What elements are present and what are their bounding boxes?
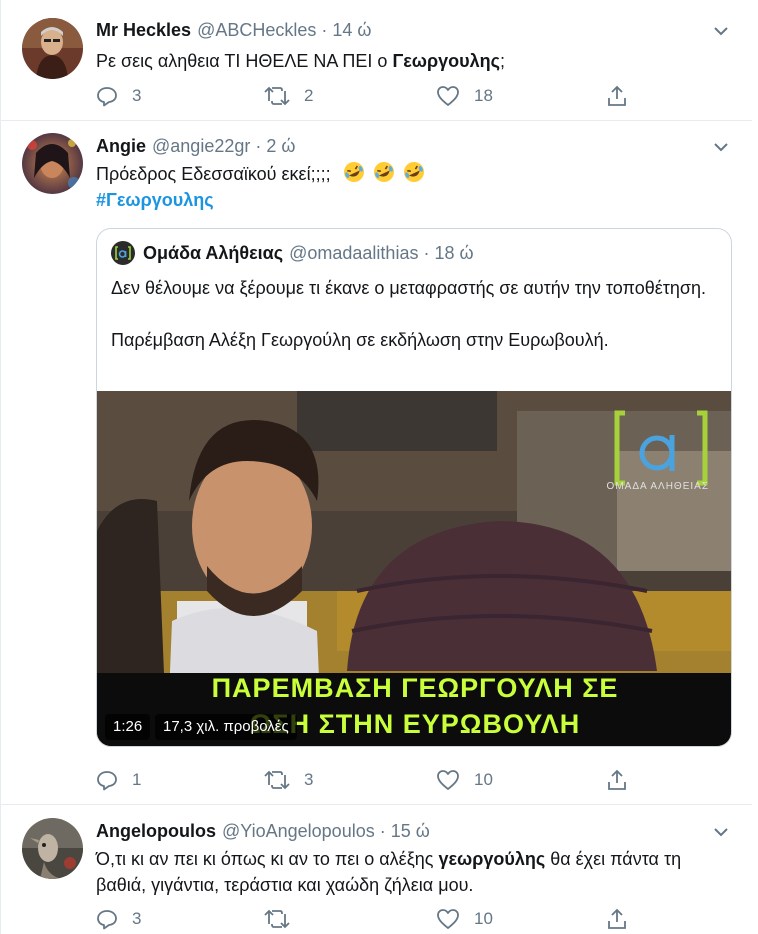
tweet-text-plain: Ρε σεις αληθεια ΤΙ ΗΘΕΛΕ ΝΑ ΠΕΙ ο <box>96 51 393 71</box>
reply-count: 3 <box>132 909 142 928</box>
rolling-on-floor-laughing-emoji <box>343 162 364 182</box>
share-icon <box>608 769 626 790</box>
chevron-down-icon[interactable] <box>712 823 730 841</box>
tweet-actions: 3 2 18 <box>96 84 636 108</box>
retweet-icon <box>264 770 290 790</box>
like-button[interactable]: 10 <box>436 768 493 792</box>
share-button[interactable] <box>606 84 628 108</box>
share-icon <box>608 85 626 106</box>
retweet-button[interactable]: 2 <box>264 84 313 108</box>
share-icon <box>608 908 626 929</box>
like-button[interactable]: 18 <box>436 84 493 108</box>
tweet-text-plain: Πρόεδρος Εδεσσαϊκού εκεί;;;; <box>96 164 336 184</box>
timestamp[interactable]: 2 ώ <box>266 136 295 157</box>
reply-count: 3 <box>132 86 142 105</box>
author-handle[interactable]: @angie22gr <box>152 136 250 157</box>
quoted-tweet[interactable]: Ομάδα Αλήθειας @omadaalithias · 18 ώ Δεν… <box>96 228 732 747</box>
hashtag-link[interactable]: #Γεωργουλης <box>96 190 214 210</box>
like-count: 10 <box>474 770 493 789</box>
reply-button[interactable]: 3 <box>96 907 141 931</box>
separator-dot: · <box>255 136 262 156</box>
reply-icon <box>97 771 117 791</box>
tweet-mr-heckles[interactable]: Mr Heckles @ABCHeckles · 14 ώ Ρε σεις αλ… <box>1 0 752 121</box>
reply-button[interactable]: 1 <box>96 768 141 792</box>
separator-dot: · <box>379 821 386 841</box>
tweet-text-plain: Ό,τι κι αν πει κι όπως κι αν το πει ο αλ… <box>96 849 439 869</box>
author-name[interactable]: Angelopoulos <box>96 821 216 842</box>
rolling-on-floor-laughing-emoji <box>403 162 424 182</box>
retweet-icon <box>264 86 290 106</box>
like-count: 10 <box>474 909 493 928</box>
quoted-paragraph: Δεν θέλουμε να ξέρουμε τι έκανε ο μεταφρ… <box>111 278 706 298</box>
rolling-on-floor-laughing-emoji <box>373 162 394 182</box>
heart-icon <box>437 770 459 790</box>
chevron-down-icon[interactable] <box>712 22 730 40</box>
timeline: Mr Heckles @ABCHeckles · 14 ώ Ρε σεις αλ… <box>0 0 752 934</box>
author-handle[interactable]: @YioAngelopoulos <box>222 821 375 842</box>
separator-dot: · <box>423 242 430 263</box>
like-button[interactable]: 10 <box>436 907 493 931</box>
author-name[interactable]: Mr Heckles <box>96 20 191 41</box>
video-player[interactable]: ΟΜΑΔΑ ΑΛΗΘΕΙΑΣ ΠΑΡΕΜΒΑΣΗ ΓΕΩΡΓΟΥΛΗ ΣΕ ΩΣ… <box>97 391 731 746</box>
tweet-actions: 3 10 <box>96 907 636 931</box>
share-button[interactable] <box>606 768 628 792</box>
video-views: 17,3 χιλ. προβολές <box>155 714 297 740</box>
quoted-timestamp[interactable]: 18 ώ <box>434 243 473 264</box>
retweet-button[interactable] <box>264 907 304 931</box>
avatar[interactable] <box>22 818 83 879</box>
timestamp[interactable]: 14 ώ <box>332 20 371 41</box>
heart-icon <box>437 909 459 929</box>
retweet-icon <box>264 909 290 929</box>
reply-icon <box>97 87 117 107</box>
retweet-count: 3 <box>304 770 314 789</box>
quoted-author-name[interactable]: Ομάδα Αλήθειας <box>143 243 283 264</box>
tweet-text-bold: Γεωργουλης <box>392 51 500 71</box>
heart-icon <box>437 86 459 106</box>
reply-icon <box>97 910 117 930</box>
quoted-paragraph: Παρέμβαση Αλέξη Γεωργούλη σε εκδήλωση στ… <box>111 330 609 350</box>
reply-button[interactable]: 3 <box>96 84 141 108</box>
reply-count: 1 <box>132 770 142 789</box>
timestamp[interactable]: 15 ώ <box>391 821 430 842</box>
tweet-text-after: ; <box>500 51 506 71</box>
retweet-count: 2 <box>304 86 314 105</box>
separator-dot: · <box>321 20 328 40</box>
tweet-text-bold: γεωργούλης <box>438 849 546 869</box>
share-button[interactable] <box>606 907 628 931</box>
avatar[interactable] <box>22 133 83 194</box>
quoted-text: Δεν θέλουμε να ξέρουμε τι έκανε ο μεταφρ… <box>111 275 711 353</box>
tweet-angelopoulos[interactable]: Angelopoulos @YioAngelopoulos · 15 ώ Ό,τ… <box>1 805 752 934</box>
chevron-down-icon[interactable] <box>712 138 730 156</box>
retweet-button[interactable]: 3 <box>264 768 313 792</box>
quoted-author-handle[interactable]: @omadaalithias <box>289 243 418 264</box>
tweet-angie[interactable]: Angie @angie22gr · 2 ώ Πρόεδρος Εδεσσαϊκ… <box>1 121 752 805</box>
video-caption-line: ΠΑΡΕΜΒΑΣΗ ΓΕΩΡΓΟΥΛΗ ΣΕ <box>211 673 619 703</box>
tweet-text: Ό,τι κι αν πει κι όπως κι αν το πει ο αλ… <box>96 846 736 898</box>
author-name[interactable]: Angie <box>96 136 146 157</box>
author-handle[interactable]: @ABCHeckles <box>197 20 316 41</box>
avatar[interactable] <box>22 18 83 79</box>
tweet-text: Πρόεδρος Εδεσσαϊκού εκεί;;;; #Γεωργουλης <box>96 160 426 213</box>
video-duration: 1:26 <box>105 714 151 740</box>
video-logo-text: ΟΜΑΔΑ ΑΛΗΘΕΙΑΣ <box>606 481 709 492</box>
tweet-text: Ρε σεις αληθεια ΤΙ ΗΘΕΛΕ ΝΑ ΠΕΙ ο Γεωργο… <box>96 48 505 74</box>
quoted-avatar[interactable] <box>111 241 135 265</box>
like-count: 18 <box>474 86 493 105</box>
tweet-actions: 1 3 10 <box>96 768 636 792</box>
